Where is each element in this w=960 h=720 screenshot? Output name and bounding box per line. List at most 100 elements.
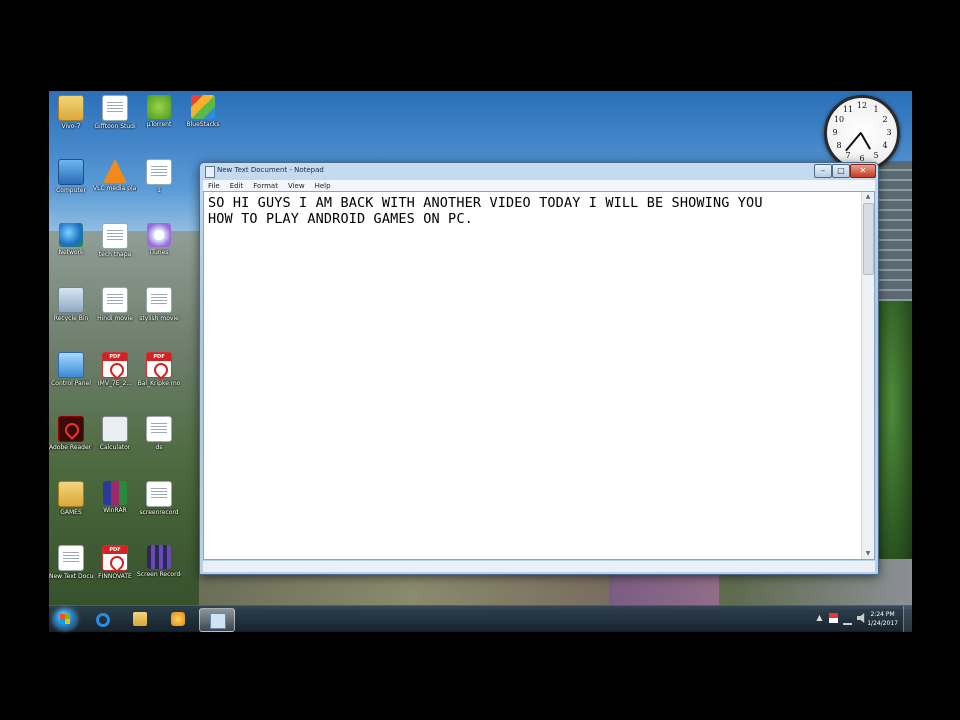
taskbar-clock[interactable]: 2:24 PM 1/24/2017 bbox=[867, 610, 898, 628]
desktop-icon-label: Network bbox=[58, 249, 84, 256]
utorrent-icon bbox=[147, 95, 171, 119]
maximize-button[interactable]: □ bbox=[832, 164, 850, 178]
desktop-icon-vlc[interactable]: VLC media player bbox=[93, 159, 137, 192]
desktop-icon-calculator[interactable]: Calculator bbox=[93, 416, 137, 451]
globe-icon bbox=[59, 223, 83, 247]
clock-number: 10 bbox=[833, 115, 845, 124]
desktop-icon-label: µTorrent bbox=[146, 121, 172, 128]
clock-number: 5 bbox=[873, 151, 879, 160]
desktop-icon-pdf-1[interactable]: IMV_7E_2... bbox=[93, 352, 137, 387]
clock-number: 11 bbox=[842, 105, 854, 114]
document-icon bbox=[58, 545, 84, 571]
desktop-icon-new-text-document[interactable]: New Text Document bbox=[49, 545, 93, 580]
clock-number: 2 bbox=[882, 115, 888, 124]
desktop-icon-label: Control Panel bbox=[51, 380, 91, 387]
desktop-icon-winrar[interactable]: WinRAR bbox=[93, 481, 137, 514]
desktop-icon-label: 1 bbox=[157, 187, 161, 194]
clock-number: 3 bbox=[886, 128, 892, 137]
internet-explorer-icon bbox=[96, 613, 110, 627]
desktop-icon-adobe-reader[interactable]: Adobe Reader XI bbox=[49, 416, 93, 451]
desktop-icon-label: Screen Recorder bbox=[137, 571, 181, 578]
desktop-icon-games[interactable]: GAMES bbox=[49, 481, 93, 516]
desktop-icon-label: Recycle Bin bbox=[53, 315, 89, 322]
taskbar-notepad[interactable] bbox=[199, 608, 235, 632]
clock-number: 12 bbox=[856, 101, 868, 110]
desktop-icon-label: VLC media player bbox=[93, 185, 137, 192]
vertical-scrollbar[interactable]: ▲ ▼ bbox=[861, 192, 874, 559]
action-center-flag-icon[interactable] bbox=[829, 613, 838, 623]
text-editor[interactable]: SO HI GUYS I AM BACK WITH ANOTHER VIDEO … bbox=[203, 191, 875, 560]
folder-icon bbox=[58, 95, 84, 121]
network-icon[interactable] bbox=[843, 613, 852, 625]
acrobat-icon bbox=[58, 416, 84, 442]
taskbar-windows-explorer[interactable] bbox=[123, 608, 157, 630]
media-player-icon bbox=[171, 612, 185, 626]
recycle-bin-icon bbox=[58, 287, 84, 313]
desktop-icon-gifftoon[interactable]: Gifftoon Studi bbox=[93, 95, 137, 130]
title-bar[interactable]: New Text Document - Notepad – □ ✕ bbox=[200, 163, 878, 179]
desktop-icon-bluestacks[interactable]: BlueStacks bbox=[181, 95, 225, 128]
status-bar bbox=[203, 561, 875, 572]
menu-file[interactable]: File bbox=[203, 180, 225, 191]
scroll-down-arrow-icon[interactable]: ▼ bbox=[862, 549, 874, 559]
desktop-icon-label: stylish movie bbox=[139, 315, 179, 322]
desktop-icon-itunes[interactable]: iTunes bbox=[137, 223, 181, 256]
start-button[interactable] bbox=[54, 609, 76, 629]
menu-view[interactable]: View bbox=[283, 180, 310, 191]
film-icon bbox=[147, 545, 171, 569]
desktop-icon-pdf-2[interactable]: Bal_Kripke mo bbox=[137, 352, 181, 387]
clock-gadget[interactable]: 12 1 2 3 4 5 6 7 8 9 10 11 bbox=[824, 95, 900, 171]
desktop-icon-label: Calculator bbox=[99, 444, 131, 451]
system-tray: ▲ bbox=[815, 613, 866, 625]
desktop-icon-label: IMV_7E_2... bbox=[97, 380, 133, 387]
desktop-icon-screen-recorder[interactable]: Screen Recorder bbox=[137, 545, 181, 578]
taskbar-internet-explorer[interactable] bbox=[85, 608, 119, 630]
menu-help[interactable]: Help bbox=[310, 180, 336, 191]
desktop-icon-label: Bal_Kripke mo bbox=[137, 380, 181, 387]
clock-number: 7 bbox=[845, 151, 851, 160]
notepad-window[interactable]: New Text Document - Notepad – □ ✕ File E… bbox=[199, 162, 879, 575]
clock-number: 4 bbox=[882, 141, 888, 150]
desktop-icon-computer[interactable]: Computer bbox=[49, 159, 93, 194]
desktop-icon-vivo7[interactable]: Vivo-7 bbox=[49, 95, 93, 130]
taskbar-time: 2:24 PM bbox=[870, 611, 895, 618]
taskbar-media-player[interactable] bbox=[161, 608, 195, 630]
wallpaper-graffiti bbox=[609, 569, 719, 609]
document-icon bbox=[146, 481, 172, 507]
desktop-icon-utorrent[interactable]: µTorrent bbox=[137, 95, 181, 128]
desktop-icon-hindi-movie[interactable]: Hindi movie bbox=[93, 287, 137, 322]
desktop-icon-stylish-movie[interactable]: stylish movie bbox=[137, 287, 181, 322]
close-button[interactable]: ✕ bbox=[850, 164, 876, 178]
show-desktop-button[interactable] bbox=[903, 606, 912, 632]
menu-bar: File Edit Format View Help bbox=[203, 180, 875, 191]
windows-logo-icon bbox=[60, 614, 70, 624]
itunes-icon bbox=[147, 223, 171, 247]
scroll-thumb[interactable] bbox=[863, 203, 874, 275]
document-icon bbox=[146, 159, 172, 185]
pdf-icon bbox=[102, 352, 128, 378]
desktop-icon-ds[interactable]: ds bbox=[137, 416, 181, 451]
document-icon bbox=[102, 287, 128, 313]
desktop-icon-label: Gifftoon Studi bbox=[94, 123, 136, 130]
volume-icon[interactable] bbox=[857, 613, 865, 623]
desktop-icon-network[interactable]: Network bbox=[49, 223, 93, 256]
desktop-icon-label: tech thapa bbox=[98, 251, 132, 258]
desktop-icon-label: Vivo-7 bbox=[61, 123, 81, 130]
desktop-icon-recycle-bin[interactable]: Recycle Bin bbox=[49, 287, 93, 322]
desktop-icon-label: Adobe Reader XI bbox=[49, 444, 93, 451]
notepad-icon[interactable] bbox=[205, 166, 215, 178]
menu-format[interactable]: Format bbox=[248, 180, 283, 191]
tray-expand-icon[interactable]: ▲ bbox=[815, 613, 824, 623]
desktop-icon-screenrecord[interactable]: screenrecord bbox=[137, 481, 181, 516]
bluestacks-icon bbox=[191, 95, 215, 119]
menu-edit[interactable]: Edit bbox=[225, 180, 249, 191]
desktop-icon-control-panel[interactable]: Control Panel bbox=[49, 352, 93, 387]
document-text[interactable]: SO HI GUYS I AM BACK WITH ANOTHER VIDEO … bbox=[208, 195, 858, 227]
minimize-button[interactable]: – bbox=[814, 164, 832, 178]
desktop-icon-tech-thapa[interactable]: tech thapa bbox=[93, 223, 137, 258]
desktop-icon-1[interactable]: 1 bbox=[137, 159, 181, 194]
desktop-icon-pdf-3[interactable]: FINNOVATE bbox=[93, 545, 137, 580]
scroll-up-arrow-icon[interactable]: ▲ bbox=[862, 192, 874, 202]
control-panel-icon bbox=[58, 352, 84, 378]
desktop-icon-label: FINNOVATE bbox=[98, 573, 132, 580]
